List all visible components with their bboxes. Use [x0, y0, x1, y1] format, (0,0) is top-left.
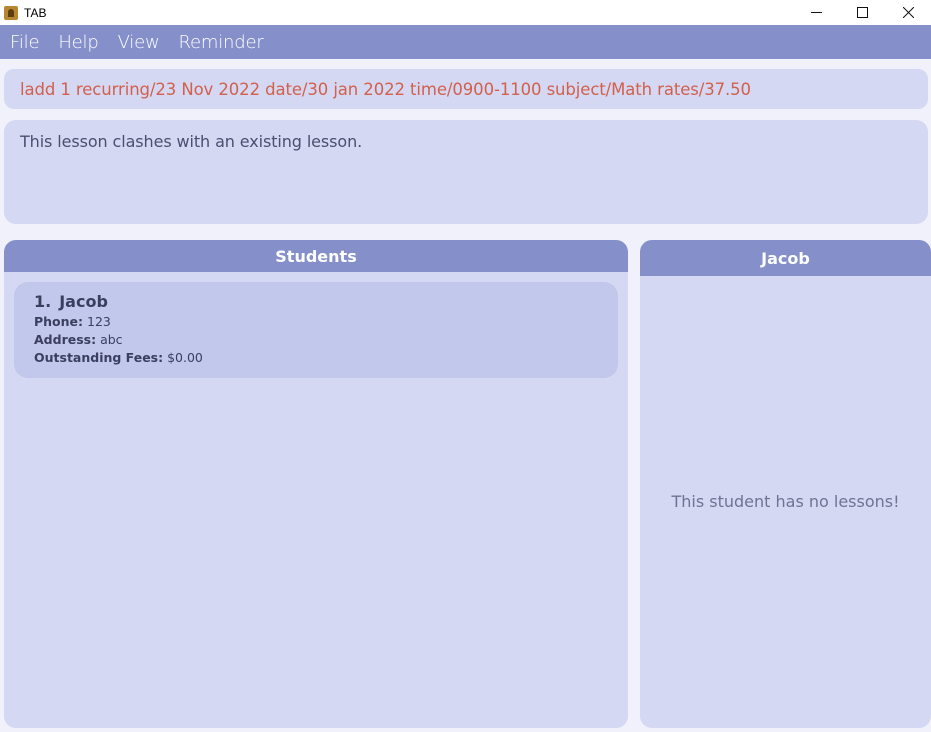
command-input[interactable]: ladd 1 recurring/23 Nov 2022 date/30 jan… — [4, 69, 928, 109]
empty-lessons-message: This student has no lessons! — [671, 492, 900, 511]
phone-value: 123 — [87, 314, 111, 329]
menu-file[interactable]: File — [10, 32, 40, 53]
student-fees-row: Outstanding Fees: $0.00 — [34, 349, 598, 367]
app-icon — [4, 5, 18, 20]
command-input-text[interactable]: ladd 1 recurring/23 Nov 2022 date/30 jan… — [20, 80, 751, 99]
address-label: Address: — [34, 332, 97, 347]
result-message: This lesson clashes with an existing les… — [20, 132, 363, 151]
phone-label: Phone: — [34, 314, 84, 329]
result-display: This lesson clashes with an existing les… — [4, 120, 928, 224]
menu-help[interactable]: Help — [58, 32, 98, 53]
fees-value: $0.00 — [167, 350, 203, 365]
minimize-button[interactable] — [793, 0, 839, 25]
student-address-row: Address: abc — [34, 331, 598, 349]
maximize-button[interactable] — [839, 0, 885, 25]
window-controls — [793, 0, 931, 25]
student-name-row: 1. Jacob — [34, 292, 598, 311]
fees-label: Outstanding Fees: — [34, 350, 164, 365]
minimize-icon — [810, 12, 822, 13]
student-phone-row: Phone: 123 — [34, 313, 598, 331]
lessons-header: Jacob — [640, 240, 931, 276]
menu-bar: File Help View Reminder — [0, 25, 931, 59]
close-button[interactable] — [885, 0, 931, 25]
title-bar: TAB — [0, 0, 931, 25]
students-header: Students — [4, 240, 628, 272]
student-name: Jacob — [59, 292, 108, 311]
student-index: 1. — [34, 292, 52, 311]
menu-view[interactable]: View — [118, 32, 160, 53]
menu-reminder[interactable]: Reminder — [179, 32, 264, 53]
window-title: TAB — [24, 5, 47, 20]
lessons-panel: Jacob This student has no lessons! — [640, 240, 931, 728]
address-value: abc — [100, 332, 123, 347]
maximize-icon — [856, 7, 868, 18]
students-panel: Students 1. Jacob Phone: 123 Address: abc… — [4, 240, 628, 728]
student-card[interactable]: 1. Jacob Phone: 123 Address: abc Outstand… — [14, 282, 618, 378]
close-icon — [902, 7, 914, 18]
